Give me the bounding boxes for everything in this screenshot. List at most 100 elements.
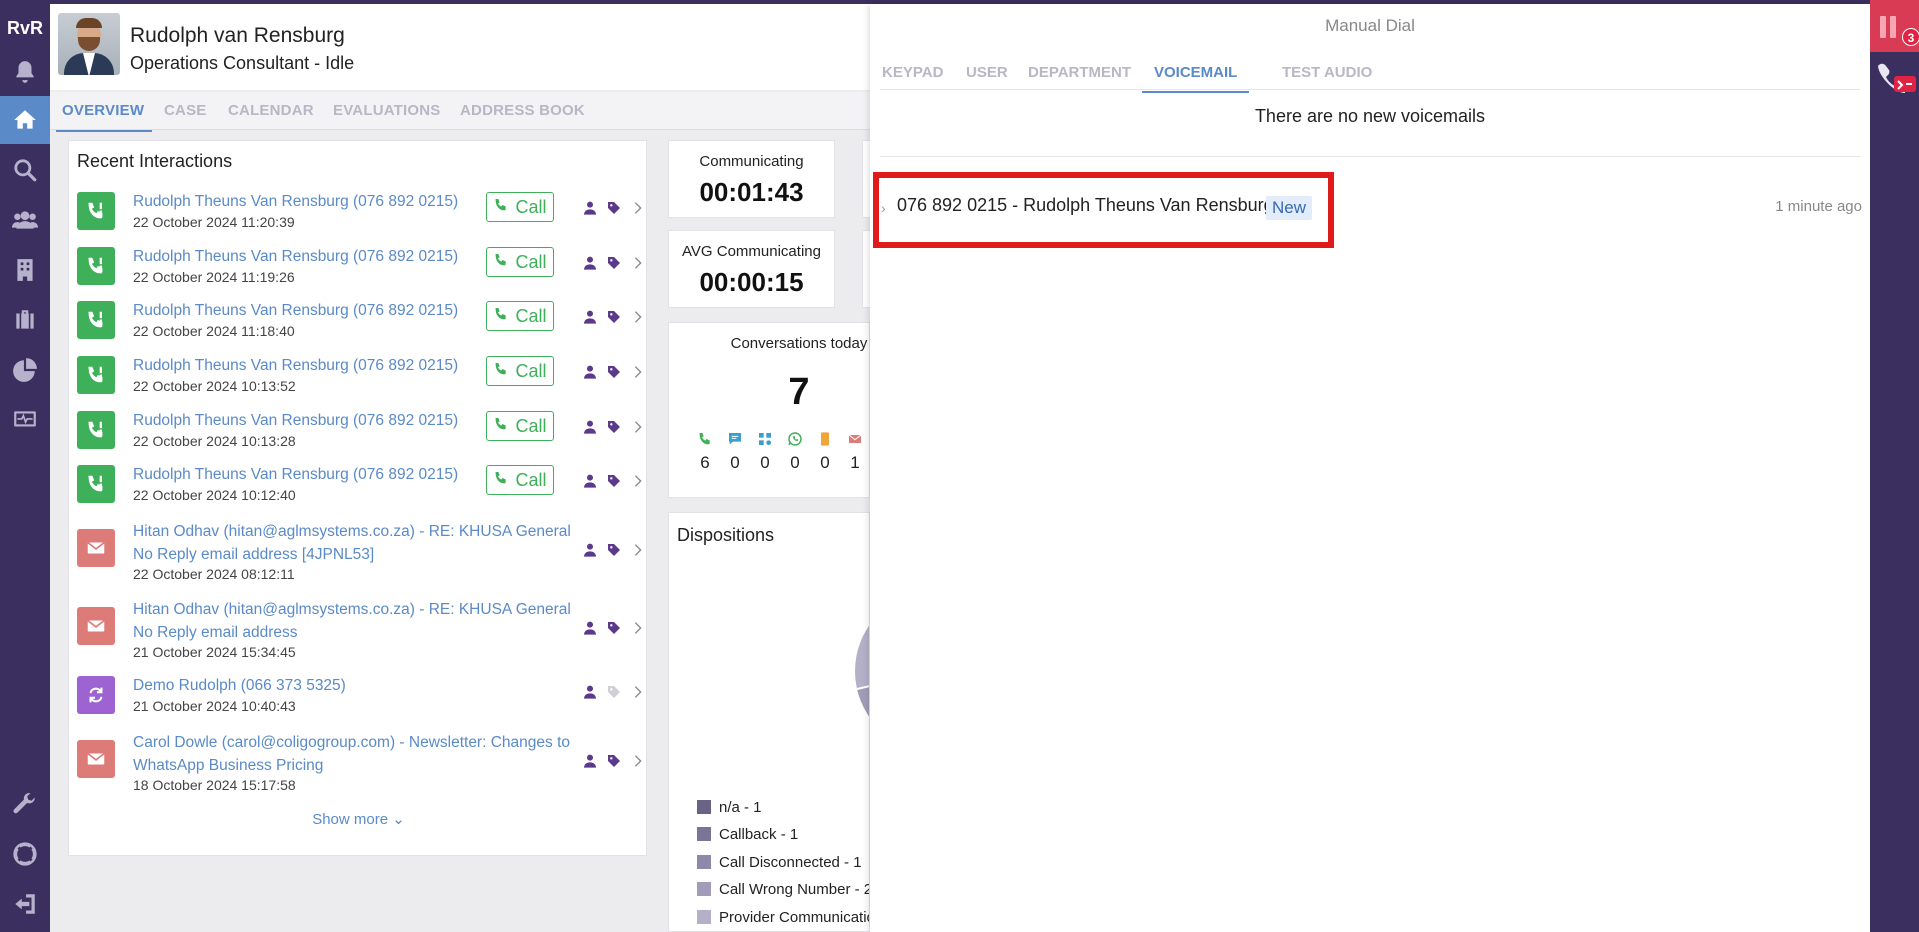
tag-icon[interactable] bbox=[606, 542, 622, 558]
interaction-date: 18 October 2024 15:17:58 bbox=[133, 777, 296, 793]
channel-count: 0 bbox=[730, 453, 740, 472]
conversations-today-card: Conversations today 7 6 0 0 0 0 1 bbox=[668, 322, 870, 498]
briefcase-icon bbox=[16, 310, 34, 329]
search-button[interactable] bbox=[0, 146, 50, 194]
voicemail-time: 1 minute ago bbox=[1775, 198, 1862, 215]
chevron-right-icon[interactable] bbox=[630, 684, 646, 700]
logout-button[interactable] bbox=[0, 880, 50, 928]
whatsapp-icon bbox=[785, 431, 805, 452]
missed-call-icon bbox=[77, 356, 115, 394]
interaction-title[interactable]: Demo Rudolph (066 373 5325) bbox=[133, 674, 593, 697]
tab-test-audio[interactable]: TEST AUDIO bbox=[1282, 64, 1372, 81]
chevron-right-icon[interactable] bbox=[630, 473, 646, 489]
help-button[interactable] bbox=[0, 830, 50, 878]
cases-button[interactable] bbox=[0, 296, 50, 344]
pause-button[interactable]: 3 bbox=[1870, 0, 1919, 52]
person-icon[interactable] bbox=[582, 684, 598, 700]
phone-icon bbox=[493, 252, 509, 273]
chevron-right-icon[interactable] bbox=[630, 200, 646, 216]
call-button[interactable]: Call bbox=[486, 356, 554, 386]
person-icon[interactable] bbox=[582, 542, 598, 558]
chevron-right-icon[interactable] bbox=[630, 542, 646, 558]
person-icon[interactable] bbox=[582, 419, 598, 435]
tab-evaluations[interactable]: EVALUATIONS bbox=[333, 102, 440, 119]
interaction-date: 21 October 2024 15:34:45 bbox=[133, 644, 296, 660]
tag-icon[interactable] bbox=[606, 364, 622, 380]
tab-voicemail[interactable]: VOICEMAIL bbox=[1141, 64, 1250, 93]
tag-icon[interactable] bbox=[606, 255, 622, 271]
dispositions-card: Dispositions n/a - 1 Callback - 1 Call Dis… bbox=[668, 512, 870, 932]
legend-label: Call Disconnected - 1 bbox=[719, 854, 862, 871]
tag-icon[interactable] bbox=[606, 753, 622, 769]
tab-case[interactable]: CASE bbox=[164, 102, 206, 119]
person-icon[interactable] bbox=[582, 255, 598, 271]
legend-item: n/a - 1 bbox=[697, 799, 762, 816]
channel-count: 0 bbox=[760, 453, 770, 472]
legend-label: Call Wrong Number - 2 bbox=[719, 881, 870, 898]
agent-status[interactable]: Operations Consultant - Idle bbox=[130, 53, 354, 74]
person-icon[interactable] bbox=[582, 473, 598, 489]
manual-dial-title: Manual Dial bbox=[1325, 16, 1415, 35]
tab-keypad[interactable]: KEYPAD bbox=[882, 64, 943, 81]
interaction-title[interactable]: Hitan Odhav (hitan@aglmsystems.co.za) - … bbox=[133, 520, 593, 566]
person-icon[interactable] bbox=[582, 753, 598, 769]
tab-overview[interactable]: OVERVIEW bbox=[55, 102, 153, 132]
phone-hangup-icon[interactable] bbox=[1876, 62, 1916, 96]
call-button[interactable]: Call bbox=[486, 192, 554, 222]
phone-icon bbox=[493, 306, 509, 327]
tag-icon[interactable] bbox=[606, 419, 622, 435]
manual-dial-panel: Manual Dial KEYPAD USER DEPARTMENT VOICE… bbox=[870, 4, 1870, 932]
reports-button[interactable] bbox=[0, 346, 50, 394]
legend-item: Call Wrong Number - 2 bbox=[697, 881, 870, 898]
chevron-right-icon[interactable] bbox=[630, 309, 646, 325]
person-icon[interactable] bbox=[582, 309, 598, 325]
home-button[interactable] bbox=[0, 96, 50, 144]
avatar[interactable] bbox=[58, 13, 120, 75]
settings-button[interactable] bbox=[0, 780, 50, 828]
left-navigation: RvR bbox=[0, 0, 50, 932]
pie-chart-icon bbox=[13, 358, 37, 382]
app-logo: RvR bbox=[6, 18, 43, 38]
interaction-title[interactable]: Hitan Odhav (hitan@aglmsystems.co.za) - … bbox=[133, 598, 593, 644]
building-icon bbox=[17, 259, 33, 281]
interaction-date: 22 October 2024 10:13:28 bbox=[133, 433, 296, 449]
organisation-button[interactable] bbox=[0, 246, 50, 294]
transfer-icon bbox=[77, 676, 115, 714]
interaction-date: 22 October 2024 11:18:40 bbox=[133, 323, 295, 339]
chevron-right-icon[interactable] bbox=[630, 419, 646, 435]
call-button[interactable]: Call bbox=[486, 247, 554, 277]
chevron-right-icon[interactable] bbox=[630, 364, 646, 380]
tab-calendar[interactable]: CALENDAR bbox=[228, 102, 314, 119]
chevron-right-icon[interactable]: › bbox=[881, 200, 886, 216]
person-icon[interactable] bbox=[582, 200, 598, 216]
notifications-button[interactable] bbox=[0, 48, 50, 96]
voicemail-item[interactable]: 076 892 0215 - Rudolph Theuns Van Rensbu… bbox=[897, 195, 1274, 216]
phone-icon bbox=[493, 197, 509, 218]
tag-icon[interactable] bbox=[606, 620, 622, 636]
chevron-right-icon[interactable] bbox=[630, 620, 646, 636]
tab-department[interactable]: DEPARTMENT bbox=[1028, 64, 1131, 81]
contacts-button[interactable] bbox=[0, 196, 50, 244]
call-button[interactable]: Call bbox=[486, 301, 554, 331]
legend-label: n/a - 1 bbox=[719, 799, 762, 816]
interaction-title[interactable]: Carol Dowle (carol@coligogroup.com) - Ne… bbox=[133, 731, 593, 777]
tag-icon[interactable] bbox=[606, 473, 622, 489]
tag-icon[interactable] bbox=[606, 684, 622, 700]
tag-icon[interactable] bbox=[606, 309, 622, 325]
chevron-right-icon[interactable] bbox=[630, 255, 646, 271]
call-button[interactable]: Call bbox=[486, 411, 554, 441]
call-button[interactable]: Call bbox=[486, 465, 554, 495]
bell-icon bbox=[16, 61, 34, 83]
chevron-right-icon[interactable] bbox=[630, 753, 646, 769]
tab-address-book[interactable]: ADDRESS BOOK bbox=[460, 102, 585, 119]
communicating-value: 00:01:43 bbox=[699, 177, 804, 207]
wallboard-button[interactable] bbox=[0, 396, 50, 444]
person-icon[interactable] bbox=[582, 620, 598, 636]
tag-icon[interactable] bbox=[606, 200, 622, 216]
legend-item: Callback - 1 bbox=[697, 826, 798, 843]
recent-interactions-title: Recent Interactions bbox=[77, 151, 233, 171]
person-icon[interactable] bbox=[582, 364, 598, 380]
tab-user[interactable]: USER bbox=[966, 64, 1008, 81]
show-more-link[interactable]: Show more ⌄ bbox=[69, 810, 648, 828]
legend-label: Provider Communication bbox=[719, 909, 870, 926]
